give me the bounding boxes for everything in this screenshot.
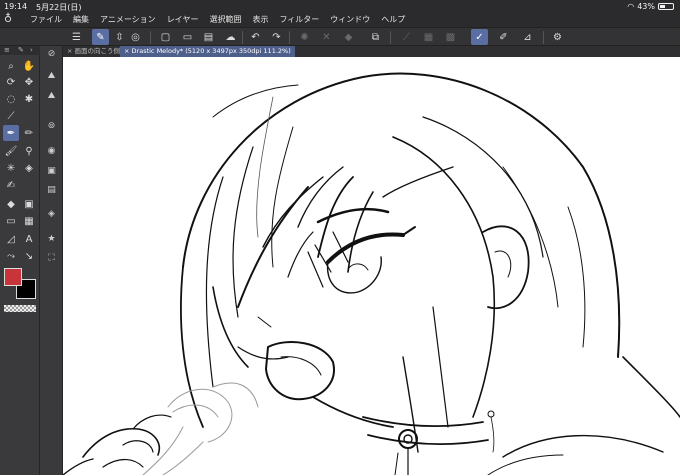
hand-icon[interactable]: ✋ xyxy=(21,58,37,74)
status-date: 5月22日(日) xyxy=(36,3,82,12)
palette-tab-navigator-icon[interactable]: ⛶ xyxy=(44,250,59,265)
eyedropper-icon[interactable]: ⟋ xyxy=(3,108,19,124)
blend-icon[interactable]: ✍ xyxy=(3,177,19,193)
eye-icon[interactable]: ◎ xyxy=(127,29,144,45)
transparent-color-swatch[interactable] xyxy=(4,305,36,312)
menu-animation[interactable]: アニメーション xyxy=(100,14,156,25)
operation-icon[interactable]: ◿ xyxy=(3,231,19,247)
invert-selection-icon[interactable]: ▩ xyxy=(442,29,459,45)
palette-tab-material-icon[interactable]: ★ xyxy=(44,231,59,246)
figure-icon[interactable]: ▭ xyxy=(3,213,19,229)
save-icon[interactable]: ▤ xyxy=(200,29,217,45)
palette-tab-color-icon[interactable]: ◉ xyxy=(44,143,59,158)
menu-view[interactable]: 表示 xyxy=(252,14,268,25)
hamburger-menu-icon[interactable]: ☰ xyxy=(68,29,85,45)
wifi-icon: ◠ xyxy=(627,2,635,11)
gradient-icon[interactable]: ▣ xyxy=(21,196,37,212)
drawing-canvas[interactable] xyxy=(63,57,680,475)
undo-icon[interactable]: ↶ xyxy=(247,29,264,45)
balloon-icon[interactable]: ⤳ xyxy=(3,248,19,264)
line-art-drawing xyxy=(63,72,680,475)
eraser-icon[interactable]: ◈ xyxy=(21,160,37,176)
palette-tab-subtool-icon[interactable]: ⛰ xyxy=(44,68,59,83)
pen-icon[interactable]: ✒ xyxy=(3,125,19,141)
rotate-icon[interactable]: ⟳ xyxy=(3,74,19,90)
loading-spinner-icon: ✺ xyxy=(300,31,309,43)
battery-percent: 43% xyxy=(637,2,655,11)
correction-line-icon[interactable]: ↘ xyxy=(21,248,37,264)
tab-active-document[interactable]: × Drastic Melody* (5120 x 3497px 350dpi … xyxy=(120,46,295,57)
pencil-icon[interactable]: ✏ xyxy=(21,125,37,141)
clip-studio-logo-icon[interactable]: ♁ xyxy=(4,13,18,25)
clear-layer-icon[interactable]: ✕ xyxy=(318,29,335,45)
menu-help[interactable]: ヘルプ xyxy=(381,14,405,25)
tab-active-document-label: Drastic Melody* (5120 x 3497px 350dpi 11… xyxy=(131,47,291,55)
menu-selection[interactable]: 選択範囲 xyxy=(209,14,241,25)
close-icon[interactable]: × xyxy=(124,47,129,55)
palette-dock: ⊘ ⛰ ⛰ ⊚ ◉ ▣ ▤ ◈ ★ ⛶ xyxy=(40,46,63,475)
new-file-icon[interactable]: ▢ xyxy=(157,29,174,45)
cloud-icon[interactable]: ☁ xyxy=(222,29,239,45)
snap-special-ruler-icon[interactable]: ✐ xyxy=(495,29,512,45)
palette-tab-brushsize-icon[interactable]: ⊚ xyxy=(44,118,59,133)
deselect-icon[interactable]: ▦ xyxy=(420,29,437,45)
magic-wand-icon[interactable]: ✱ xyxy=(21,91,37,107)
lasso-icon[interactable]: ◌ xyxy=(3,91,19,107)
palette-tab-history-icon[interactable]: ▤ xyxy=(44,182,59,197)
palette-tab-layer-icon[interactable]: ◈ xyxy=(44,206,59,221)
tool-palette-header: ≡ ✎ › xyxy=(0,46,40,55)
menu-filter[interactable]: フィルター xyxy=(279,14,319,25)
frame-border-icon[interactable]: ▦ xyxy=(21,213,37,229)
tool-palette-collapse-icon[interactable]: ≡ xyxy=(4,46,10,54)
text-icon[interactable]: A xyxy=(21,231,37,247)
command-bar: ☰ ✎ ⇳ ◎ ▢ ▭ ▤ ☁ ↶ ↷ ✺ ✕ ◆ ⧉ ⟋ ▦ ▩ ✓ ✐ ⊿ … xyxy=(0,27,680,46)
redo-icon[interactable]: ↷ xyxy=(268,29,285,45)
document-tabs: × 画面の向こう側 × Drastic Melody* (5120 x 3497… xyxy=(63,46,680,57)
transform-icon[interactable]: ⧉ xyxy=(367,29,384,45)
tab-other-document-label: 画面の向こう側 xyxy=(74,47,121,55)
settings-icon[interactable]: ⚙ xyxy=(549,29,566,45)
open-folder-icon[interactable]: ▭ xyxy=(179,29,196,45)
fill-bucket-icon[interactable]: ◆ xyxy=(3,196,19,212)
menu-file[interactable]: ファイル xyxy=(30,14,62,25)
chevron-updown-icon[interactable]: ⇳ xyxy=(111,29,128,45)
magnifier-icon[interactable]: ⌕ xyxy=(3,58,19,74)
snap-grid-icon[interactable]: ⊿ xyxy=(519,29,536,45)
fill-selection-icon[interactable]: ◆ xyxy=(340,29,357,45)
menu-edit[interactable]: 編集 xyxy=(73,14,89,25)
palette-tab-brush-icon[interactable]: ⛰ xyxy=(44,88,59,103)
tab-other-document[interactable]: × 画面の向こう側 xyxy=(63,46,124,57)
menu-layer[interactable]: レイヤー xyxy=(167,14,199,25)
move-icon[interactable]: ✥ xyxy=(21,74,37,90)
ruler-off-icon[interactable]: ⟋ xyxy=(398,29,415,45)
status-indicators: ◠ 43% xyxy=(627,2,674,11)
main-menu: ファイル 編集 アニメーション レイヤー 選択範囲 表示 フィルター ウィンドウ… xyxy=(30,14,405,25)
brush-icon[interactable]: 🖌 xyxy=(3,143,19,159)
status-time: 19:14 xyxy=(4,2,28,11)
palette-tab-colorset-icon[interactable]: ▣ xyxy=(44,163,59,178)
menu-bar: 19:14 5月22日(日) ◠ 43% ♁ ファイル 編集 アニメーション レ… xyxy=(0,0,680,27)
close-icon[interactable]: × xyxy=(67,47,72,55)
pen-pressure-icon[interactable]: ✎ xyxy=(92,29,109,45)
tool-palette: ≡ ✎ › ⌕ ✋ ⟳ ✥ ◌ ✱ ⟋ ✒ ✏ 🖌 ⚲ ✳ ◈ ✍ ◆ ▣ ▭ … xyxy=(0,46,40,475)
palette-tab-tool-icon[interactable]: ⊘ xyxy=(44,46,59,61)
decoration-icon[interactable]: ✳ xyxy=(3,160,19,176)
pencil-small-icon: ✎ xyxy=(18,46,24,54)
battery-icon xyxy=(658,3,674,10)
airbrush-icon[interactable]: ⚲ xyxy=(21,143,37,159)
main-color-swatch[interactable] xyxy=(4,268,22,286)
menu-window[interactable]: ウィンドウ xyxy=(330,14,370,25)
dropdown-icon[interactable]: › xyxy=(30,46,33,54)
snap-ruler-icon[interactable]: ✓ xyxy=(471,29,488,45)
